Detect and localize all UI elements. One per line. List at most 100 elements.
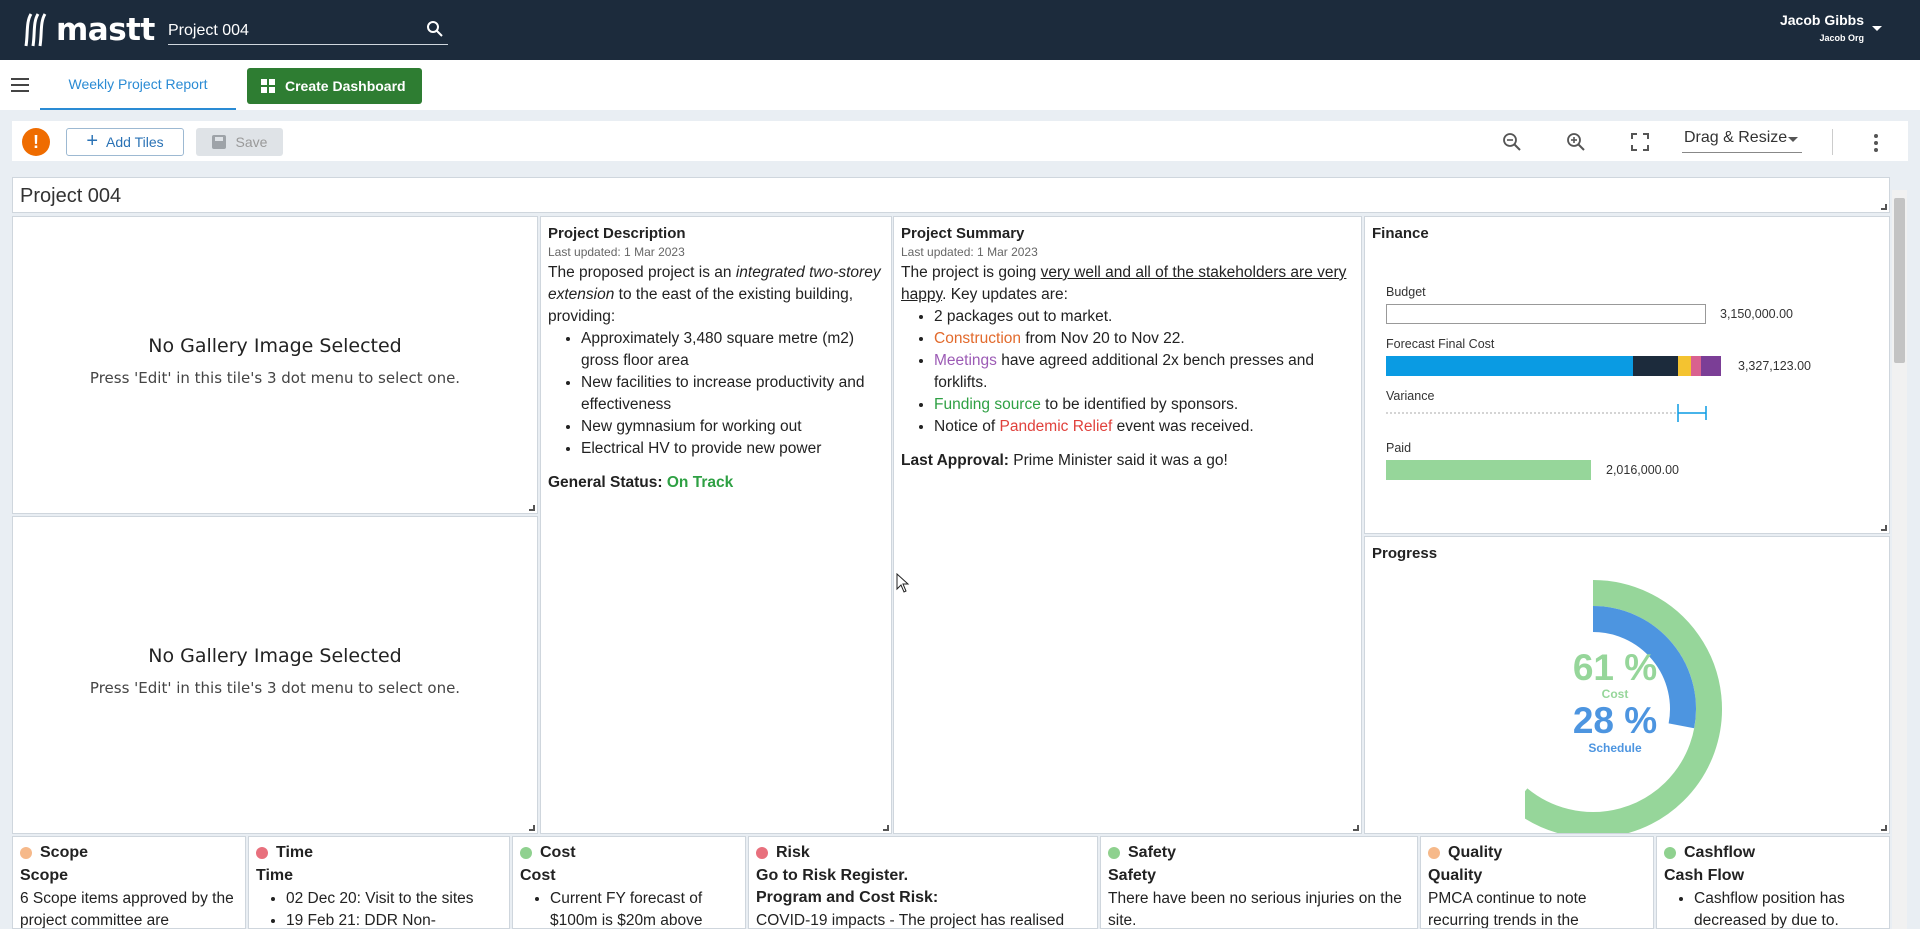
status-dot xyxy=(1664,847,1676,859)
variance-indicator xyxy=(1386,404,1707,422)
scrollbar-thumb[interactable] xyxy=(1894,198,1905,363)
top-bar: mastt Jacob Gibbs Jacob Org xyxy=(0,0,1920,60)
summary-list: 2 packages out to market. Construction f… xyxy=(901,306,1354,438)
dashboard-title-text: Project 004 xyxy=(20,185,122,207)
forecast-value: 3,327,123.00 xyxy=(1738,359,1811,373)
forecast-bar-segment xyxy=(1633,356,1678,376)
forecast-bar-segment xyxy=(1701,356,1721,376)
status-dot xyxy=(20,847,32,859)
menu-icon[interactable] xyxy=(11,78,29,92)
dashboard-icon xyxy=(261,78,276,94)
list-item: Funding source to be identified by spons… xyxy=(934,394,1354,416)
time-tile[interactable]: Time Time 02 Dec 20: Visit to the sites … xyxy=(248,836,510,929)
last-updated: Last updated: 1 Mar 2023 xyxy=(548,245,685,259)
list-item: Current FY forecast of $100m is $20m abo… xyxy=(550,888,738,928)
resize-handle[interactable] xyxy=(1881,825,1887,831)
scope-tile[interactable]: Scope Scope 6 Scope items approved by th… xyxy=(12,836,246,929)
cost-percent: 61 % xyxy=(1572,647,1658,688)
user-name: Jacob Gibbs xyxy=(1779,12,1864,28)
project-description-tile[interactable]: Project Description Last updated: 1 Mar … xyxy=(540,216,892,834)
save-label: Save xyxy=(235,134,268,150)
cost-label: Cost xyxy=(1601,687,1629,701)
tab-weekly-project-report[interactable]: Weekly Project Report xyxy=(40,60,236,110)
status-dot xyxy=(256,847,268,859)
resize-handle[interactable] xyxy=(1881,525,1887,531)
add-tiles-button[interactable]: + Add Tiles xyxy=(66,128,184,156)
gallery-tile[interactable]: No Gallery Image Selected Press 'Edit' i… xyxy=(12,216,538,514)
project-search-input[interactable] xyxy=(168,15,408,43)
progress-tile[interactable]: Progress 61 % Cost 28 % Schedule xyxy=(1364,536,1890,834)
dashboard-toolbar: ! + Add Tiles Save Drag & Resize xyxy=(12,121,1908,161)
chevron-down-icon[interactable] xyxy=(1872,26,1882,31)
list-item: Electrical HV to provide new power xyxy=(581,438,884,460)
forecast-label: Forecast Final Cost xyxy=(1386,337,1495,351)
description-body: The proposed project is an integrated tw… xyxy=(548,262,884,494)
zoom-out-icon[interactable] xyxy=(1501,131,1523,153)
status-dot xyxy=(1108,847,1120,859)
search-icon[interactable] xyxy=(426,20,444,38)
plus-icon: + xyxy=(86,130,99,152)
alert-icon[interactable]: ! xyxy=(22,128,50,156)
status-dot xyxy=(520,847,532,859)
quality-tile[interactable]: Quality Quality PMCA continue to note re… xyxy=(1420,836,1654,929)
tile-title: Project Description xyxy=(548,225,686,242)
description-list: Approximately 3,480 square metre (m2) gr… xyxy=(548,328,884,460)
fullscreen-icon[interactable] xyxy=(1629,131,1651,153)
gallery-heading: No Gallery Image Selected xyxy=(148,645,402,667)
zoom-in-icon[interactable] xyxy=(1565,131,1587,153)
list-item: New gymnasium for working out xyxy=(581,416,884,438)
list-item: Meetings have agreed additional 2x bench… xyxy=(934,350,1354,394)
last-approval: Last Approval: Prime Minister said it wa… xyxy=(901,452,1228,469)
more-options-icon[interactable] xyxy=(1874,134,1878,155)
forecast-bar-segment xyxy=(1678,356,1691,376)
cost-tile[interactable]: Cost Cost Current FY forecast of $100m i… xyxy=(512,836,746,929)
toolbar-divider xyxy=(1832,129,1833,155)
resize-handle[interactable] xyxy=(529,825,535,831)
list-item: 02 Dec 20: Visit to the sites xyxy=(286,888,502,910)
create-dashboard-button[interactable]: Create Dashboard xyxy=(247,68,422,104)
general-status: General Status: On Track xyxy=(548,474,734,491)
save-button[interactable]: Save xyxy=(196,128,283,156)
resize-handle[interactable] xyxy=(1881,204,1887,210)
project-summary-tile[interactable]: Project Summary Last updated: 1 Mar 2023… xyxy=(893,216,1362,834)
risk-register-link[interactable]: Go to Risk Register. xyxy=(756,867,908,885)
nav-bar: Weekly Project Report Create Dashboard xyxy=(0,60,1920,110)
safety-tile[interactable]: Safety Safety There have been no serious… xyxy=(1100,836,1418,929)
tile-title: Project Summary xyxy=(901,225,1025,242)
gallery-empty-message: No Gallery Image Selected Press 'Edit' i… xyxy=(13,645,537,697)
gallery-tile[interactable]: No Gallery Image Selected Press 'Edit' i… xyxy=(12,516,538,834)
paid-value: 2,016,000.00 xyxy=(1606,463,1679,477)
list-item: 19 Feb 21: DDR Non- xyxy=(286,910,502,928)
cashflow-tile[interactable]: Cashflow Cash Flow Cashflow position has… xyxy=(1656,836,1890,929)
tile-title: Finance xyxy=(1372,225,1429,242)
cursor-icon xyxy=(896,573,910,593)
add-tiles-label: Add Tiles xyxy=(106,134,164,150)
gallery-hint: Press 'Edit' in this tile's 3 dot menu t… xyxy=(89,369,461,387)
user-org: Jacob Org xyxy=(1819,33,1864,43)
save-icon xyxy=(211,135,226,149)
gallery-empty-message: No Gallery Image Selected Press 'Edit' i… xyxy=(13,335,537,387)
layout-mode-select[interactable]: Drag & Resize xyxy=(1682,125,1802,153)
forecast-bar-segment xyxy=(1386,356,1633,376)
layout-mode-value: Drag & Resize xyxy=(1684,129,1788,146)
list-item: Cashflow position has decreased by due t… xyxy=(1694,888,1882,928)
user-menu[interactable]: Jacob Gibbs Jacob Org xyxy=(1780,12,1864,43)
brand-name: mastt xyxy=(56,12,155,48)
schedule-percent: 28 % xyxy=(1572,700,1658,741)
budget-bar xyxy=(1386,304,1706,324)
mastt-logo-icon xyxy=(24,13,47,47)
list-item: 2 packages out to market. xyxy=(934,306,1354,328)
resize-handle[interactable] xyxy=(529,505,535,511)
risk-tile[interactable]: Risk Go to Risk Register. Program and Co… xyxy=(748,836,1098,929)
status-badge: On Track xyxy=(666,474,734,491)
chevron-down-icon xyxy=(1788,137,1798,142)
dashboard-title: Project 004 xyxy=(12,177,1890,213)
mastt-logo[interactable]: mastt xyxy=(22,8,155,52)
resize-handle[interactable] xyxy=(883,825,889,831)
finance-tile[interactable]: Finance Budget 3,150,000.00 Forecast Fin… xyxy=(1364,216,1890,534)
resize-handle[interactable] xyxy=(1353,825,1359,831)
last-updated: Last updated: 1 Mar 2023 xyxy=(901,245,1038,259)
paid-label: Paid xyxy=(1386,441,1412,455)
status-dot xyxy=(1428,847,1440,859)
project-search[interactable] xyxy=(168,15,448,45)
